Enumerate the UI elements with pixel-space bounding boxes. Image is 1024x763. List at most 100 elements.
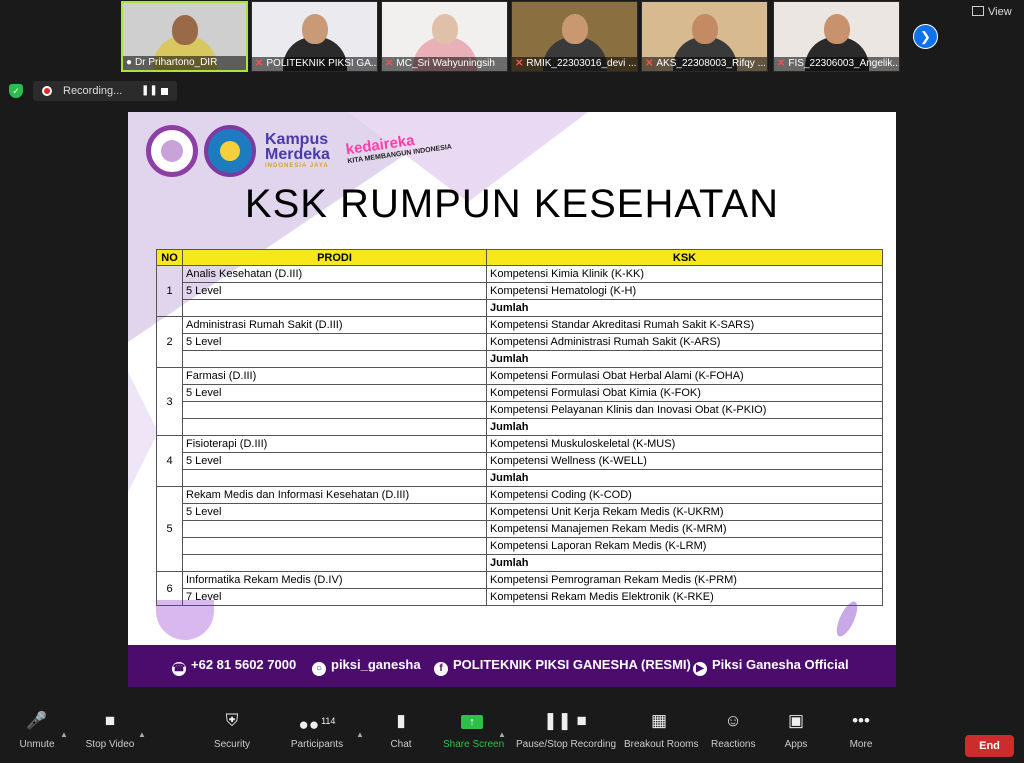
recording-indicator: Recording... ❚❚: [33, 81, 177, 101]
chevron-right-icon: ❯: [920, 28, 931, 44]
ksk-cell: Kompetensi Laporan Rekam Medis (K-LRM): [486, 537, 883, 555]
decor-triangle: [128, 372, 158, 492]
recording-label: Recording...: [63, 85, 123, 97]
share-screen-button[interactable]: ↑ Share Screen: [443, 706, 504, 750]
instagram-icon: ○: [312, 662, 326, 676]
muted-mic-icon: 🎤: [26, 711, 48, 730]
apps-button[interactable]: ▣ Apps: [781, 706, 811, 750]
unmute-label: Unmute: [19, 739, 55, 750]
participant-name-text: FIS_22306003_Angelik...: [788, 58, 899, 69]
participants-caret-icon[interactable]: ▲: [356, 730, 364, 739]
table-row: Kompetensi Manajemen Rekam Medis (K-MRM): [157, 520, 883, 538]
participant-face: [823, 14, 850, 44]
reactions-label: Reactions: [711, 739, 756, 750]
participant-tile[interactable]: ✕ AKS_22308003_Rifqy ...: [641, 1, 768, 72]
muted-mic-icon: ✕: [645, 58, 654, 69]
col-no-header: NO: [156, 249, 183, 266]
participant-tile[interactable]: ● Dr Prihartono_DIR: [121, 1, 248, 72]
next-page-button[interactable]: ❯: [913, 24, 938, 49]
participant-face: [561, 14, 588, 44]
participant-face: [431, 14, 458, 44]
view-label: View: [988, 6, 1012, 18]
facebook-icon: f: [434, 662, 448, 676]
table-row: Jumlah: [157, 299, 883, 317]
col-prodi-header: PRODI: [182, 249, 487, 266]
record-dot-icon: [42, 86, 52, 96]
security-button[interactable]: ⛨ Security: [210, 706, 254, 750]
pause-stop-label: Pause/Stop Recording: [516, 739, 617, 750]
row-number: 3: [156, 367, 183, 436]
ksk-cell: Kompetensi Muskuloskeletal (K-MUS): [486, 435, 883, 453]
chat-bubble-icon: ▮: [396, 711, 406, 730]
video-camera-icon: ■: [104, 711, 116, 730]
chat-button[interactable]: ▮ Chat: [385, 706, 417, 750]
view-button[interactable]: View: [972, 6, 1012, 18]
pause-recording-icon[interactable]: ❚❚: [141, 81, 158, 101]
jumlah-cell: Jumlah: [486, 418, 883, 436]
meeting-toolbar: 🎤 Unmute ▲ ■ Stop Video ▲ ⛨ Security ●● 1…: [0, 706, 1024, 763]
stop-recording-icon[interactable]: [161, 88, 168, 95]
ksk-cell: Kompetensi Formulasi Obat Kimia (K-FOK): [486, 384, 883, 402]
ksk-cell: Kompetensi Pelayanan Klinis dan Inovasi …: [486, 401, 883, 419]
reactions-button[interactable]: ☺ Reactions: [711, 706, 755, 750]
jumlah-cell: Jumlah: [486, 350, 883, 368]
participant-name: ✕ FIS_22306003_Angelik...: [774, 57, 899, 71]
participants-label: Participants: [290, 739, 344, 750]
table-row: 3 Farmasi (D.III) Kompetensi Formulasi Oba…: [156, 367, 883, 436]
more-dots-icon: •••: [852, 711, 870, 730]
prodi-cell: 5 Level: [182, 282, 487, 300]
table-row: 4 Fisioterapi (D.III) Kompetensi Muskulosk…: [156, 435, 883, 487]
shield-icon[interactable]: ✓: [9, 84, 23, 98]
ksk-cell: Kompetensi Coding (K-COD): [486, 486, 883, 504]
row-number: 1: [156, 265, 183, 317]
prodi-cell: [182, 537, 487, 555]
ksk-cell: Kompetensi Pemrograman Rekam Medis (K-PR…: [486, 571, 883, 589]
video-options-caret-icon[interactable]: ▲: [138, 730, 146, 739]
prodi-cell: [182, 401, 487, 419]
prodi-cell: Analis Kesehatan (D.III): [182, 265, 487, 283]
breakout-grid-icon: ▦: [650, 711, 668, 730]
participant-name: ✕ AKS_22308003_Rifqy ...: [642, 57, 767, 71]
participant-face: [171, 15, 198, 45]
breakout-rooms-button[interactable]: ▦ Breakout Rooms: [624, 706, 698, 750]
participant-tile[interactable]: ✕ MC_Sri Wahyuningsih: [381, 1, 508, 72]
mic-icon: ●: [126, 57, 133, 68]
slide-title: KSK RUMPUN KESEHATAN: [244, 182, 780, 226]
table-row: 7 Level Kompetensi Rekam Medis Elektronik…: [157, 588, 883, 606]
stop-video-button[interactable]: ■ Stop Video: [84, 706, 136, 750]
prodi-cell: Rekam Medis dan Informasi Kesehatan (D.I…: [182, 486, 487, 504]
participant-tile[interactable]: ✕ FIS_22306003_Angelik...: [773, 1, 900, 72]
participant-name-text: MC_Sri Wahyuningsih: [396, 58, 495, 69]
participant-tile[interactable]: ✕ POLITEKNIK PIKSI GA...: [251, 1, 378, 72]
chat-label: Chat: [390, 739, 412, 750]
participants-button[interactable]: ●● 114 Participants: [288, 706, 346, 750]
pause-stop-icon: ❚❚ ■: [543, 711, 587, 730]
participant-name: ✕ MC_Sri Wahyuningsih: [382, 57, 507, 71]
pause-stop-recording-button[interactable]: ❚❚ ■ Pause/Stop Recording: [516, 706, 617, 750]
muted-mic-icon: ✕: [255, 58, 264, 69]
muted-mic-icon: ✕: [385, 58, 394, 69]
table-row: 6 Informatika Rekam Medis (D.IV) Kompetens…: [156, 571, 883, 606]
stop-video-label: Stop Video: [85, 739, 135, 750]
footer-facebook-text: POLITEKNIK PIKSI GANESHA (RESMI): [453, 657, 691, 672]
share-options-caret-icon[interactable]: ▲: [498, 730, 506, 739]
shared-screen-slide: Kampus Merdeka INDONESIA JAYA kedaireka …: [128, 112, 896, 687]
table-header-row: NO PRODI KSK: [156, 249, 883, 266]
decor-blob: [156, 600, 214, 640]
more-button[interactable]: ••• More: [846, 706, 876, 750]
end-meeting-button[interactable]: End: [965, 735, 1014, 757]
col-ksk-header: KSK: [486, 249, 883, 266]
unmute-button[interactable]: 🎤 Unmute: [15, 706, 59, 750]
table-row: 5 Level Kompetensi Unit Kerja Rekam Medis…: [157, 503, 883, 521]
table-row: Kompetensi Pelayanan Klinis dan Inovasi …: [157, 401, 883, 419]
whatsapp-icon: ☎: [172, 662, 186, 676]
participants-count: 114: [321, 716, 336, 726]
ksk-cell: Kompetensi Rekam Medis Elektronik (K-RKE…: [486, 588, 883, 606]
participant-tile[interactable]: ✕ RMIK_22303016_devi ...: [511, 1, 638, 72]
row-number: 6: [156, 571, 183, 606]
shield-icon: ⛨: [225, 711, 239, 730]
table-row: 5 Level Kompetensi Wellness (K-WELL): [157, 452, 883, 470]
prodi-cell: 5 Level: [182, 333, 487, 351]
audio-options-caret-icon[interactable]: ▲: [60, 730, 68, 739]
row-number: 4: [156, 435, 183, 487]
